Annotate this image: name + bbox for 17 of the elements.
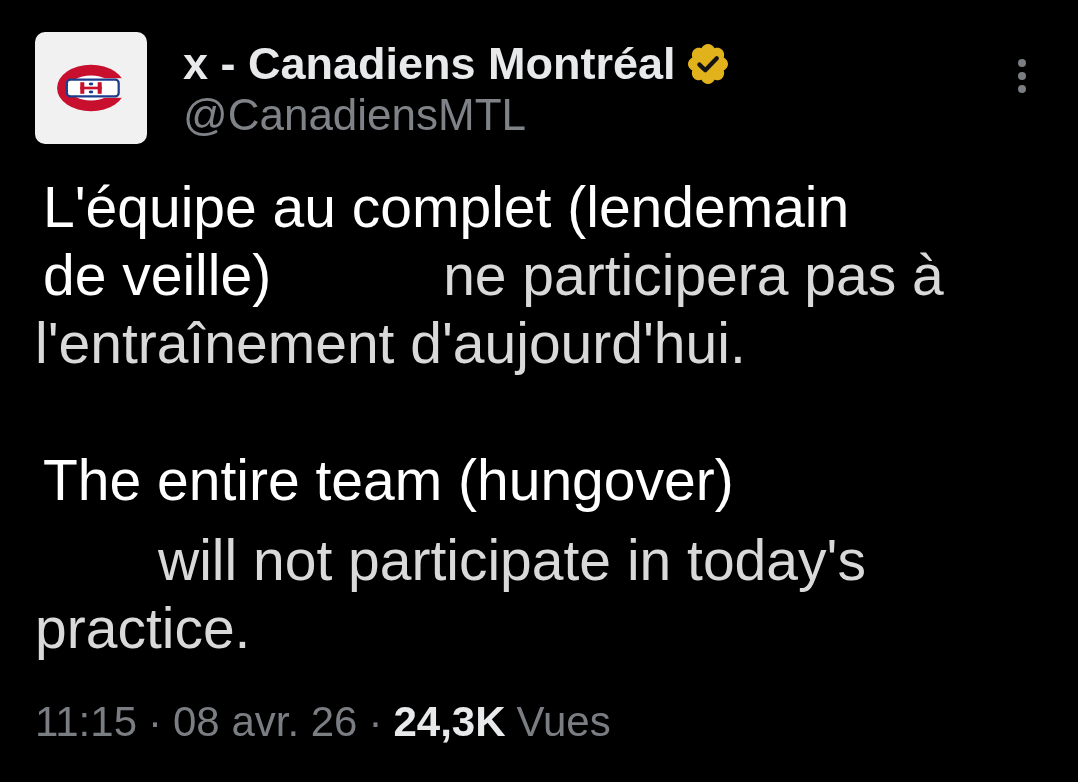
post-text: The entire team (hungover) [43,447,734,514]
post-text: de veille) [43,242,272,309]
team-logo-icon[interactable] [35,32,147,144]
view-count[interactable]: 24,3K [393,697,506,747]
post-date: 08 avr. 26 [173,697,358,747]
post-text: l'entraînement d'aujourd'hui. [35,310,746,377]
post-text: will not participate in today's [158,527,866,594]
post-text: L'équipe au complet (lendemain [43,174,850,241]
views-label[interactable]: Vues [516,697,611,747]
post-text: ne participera pas à [443,242,944,309]
user-handle[interactable]: @CanadiensMTL [183,90,728,140]
post-text: practice. [35,595,251,662]
post-time: 11:15 [35,697,137,747]
more-options-icon[interactable] [1017,58,1027,94]
separator-dot: · [368,697,383,747]
separator-dot: · [148,697,162,747]
display-name[interactable]: x - Canadiens Montréal [183,38,676,90]
